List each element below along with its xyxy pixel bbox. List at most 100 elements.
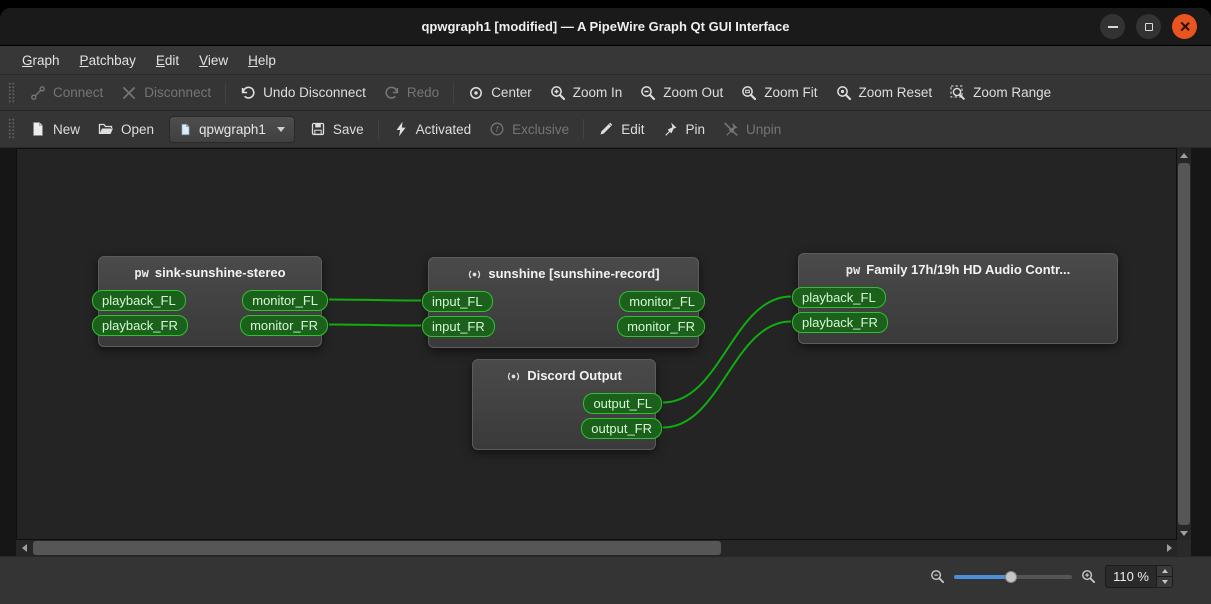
- port-row: input_FL monitor_FL: [422, 289, 705, 314]
- spin-down-button[interactable]: [1157, 577, 1172, 587]
- node-header: sunshine [sunshine-record]: [429, 263, 698, 285]
- port-output-fr[interactable]: output_FR: [581, 418, 662, 439]
- unpin-button[interactable]: Unpin: [714, 115, 790, 143]
- menu-view[interactable]: View: [189, 49, 238, 72]
- redo-button[interactable]: Redo: [375, 79, 448, 107]
- pin-icon: [665, 122, 677, 136]
- new-label: New: [53, 121, 81, 137]
- node-sink-sunshine-stereo[interactable]: pw sink-sunshine-stereo playback_FL moni…: [92, 256, 328, 347]
- new-button[interactable]: New: [21, 115, 89, 143]
- node-discord-output[interactable]: Discord Output output_FL output_FR: [472, 359, 662, 450]
- open-folder-icon: [98, 123, 114, 134]
- horizontal-scrollbar[interactable]: [16, 540, 1177, 556]
- unpin-icon: [724, 122, 738, 136]
- statusbar: 110 %: [0, 556, 1211, 604]
- port-playback-fr[interactable]: playback_FR: [92, 315, 188, 336]
- port-playback-fl[interactable]: playback_FL: [792, 287, 886, 308]
- port-monitor-fr[interactable]: monitor_FR: [240, 315, 328, 336]
- graph-toolbar: Connect Disconnect Undo Disconnect Redo …: [0, 75, 1211, 111]
- menu-patchbay[interactable]: Patchbay: [70, 49, 146, 72]
- pin-label: Pin: [685, 121, 705, 137]
- node-title-text: Discord Output: [527, 368, 622, 383]
- zoom-out-button[interactable]: Zoom Out: [631, 79, 732, 107]
- scroll-up-button[interactable]: [1177, 148, 1191, 162]
- arrow-up-icon: [1180, 152, 1188, 158]
- zoom-out-small-icon[interactable]: [930, 569, 945, 584]
- port-input-fr[interactable]: input_FR: [422, 316, 495, 337]
- zoom-in-small-icon[interactable]: [1081, 569, 1096, 584]
- exclusive-icon: f: [490, 122, 504, 136]
- port-row: playback_FL: [792, 285, 1117, 310]
- toolbar-grip[interactable]: [8, 118, 15, 140]
- connection-monitor-fr-input-fr[interactable]: [328, 323, 422, 327]
- menu-edit[interactable]: Edit: [146, 49, 189, 72]
- scroll-left-button[interactable]: [16, 540, 32, 556]
- minimize-button[interactable]: [1100, 14, 1125, 39]
- node-family-hd-audio[interactable]: pw Family 17h/19h HD Audio Contr... play…: [792, 253, 1118, 344]
- titlebar: qpwgraph1 [modified] — A PipeWire Graph …: [0, 8, 1211, 46]
- patchbay-selector[interactable]: qpwgraph1: [169, 115, 295, 143]
- open-button[interactable]: Open: [89, 115, 163, 143]
- zoom-slider-handle[interactable]: [1004, 570, 1017, 583]
- center-button[interactable]: Center: [459, 79, 541, 107]
- central-area: pw sink-sunshine-stereo playback_FL moni…: [0, 148, 1211, 556]
- menu-graph[interactable]: Graph: [12, 49, 70, 72]
- activated-label: Activated: [415, 121, 472, 137]
- port-playback-fr[interactable]: playback_FR: [792, 312, 888, 333]
- zoom-range-icon: [950, 85, 965, 100]
- maximize-button[interactable]: [1136, 14, 1161, 39]
- connect-icon: [31, 85, 45, 100]
- port-monitor-fr[interactable]: monitor_FR: [617, 316, 705, 337]
- node-title-text: sink-sunshine-stereo: [154, 265, 286, 280]
- connect-button[interactable]: Connect: [21, 79, 112, 107]
- horizontal-scrollbar-thumb[interactable]: [33, 541, 721, 555]
- vertical-scrollbar-thumb[interactable]: [1178, 163, 1190, 525]
- port-playback-fl[interactable]: playback_FL: [92, 290, 186, 311]
- scroll-right-button[interactable]: [1161, 540, 1177, 556]
- save-button[interactable]: Save: [301, 115, 373, 143]
- menu-help[interactable]: Help: [238, 49, 286, 72]
- port-input-fl[interactable]: input_FL: [422, 291, 493, 312]
- spin-up-button[interactable]: [1157, 566, 1172, 577]
- edit-button[interactable]: Edit: [589, 115, 653, 143]
- node-sunshine-record[interactable]: sunshine [sunshine-record] input_FL moni…: [422, 257, 705, 348]
- exclusive-button[interactable]: f Exclusive: [480, 115, 578, 143]
- close-button[interactable]: [1172, 14, 1197, 39]
- toolbar-separator: [583, 119, 585, 139]
- toolbar-grip[interactable]: [8, 81, 15, 104]
- disconnect-button[interactable]: Disconnect: [112, 79, 220, 107]
- zoom-fit-button[interactable]: Zoom Fit: [732, 79, 826, 107]
- arrow-up-icon: [1161, 569, 1168, 573]
- zoom-in-button[interactable]: Zoom In: [541, 79, 632, 107]
- undo-disconnect-button[interactable]: Undo Disconnect: [231, 79, 375, 107]
- port-monitor-fl[interactable]: monitor_FL: [242, 290, 328, 311]
- patchbay-file-icon: [181, 123, 190, 135]
- port-monitor-fl[interactable]: monitor_FL: [619, 291, 705, 312]
- scroll-down-button[interactable]: [1177, 526, 1191, 540]
- spin-buttons: [1156, 566, 1172, 587]
- zoom-slider[interactable]: [954, 569, 1073, 585]
- undo-disconnect-label: Undo Disconnect: [263, 85, 366, 100]
- zoom-in-icon: [550, 85, 565, 100]
- node-header: pw sink-sunshine-stereo: [99, 262, 321, 284]
- node-title-text: sunshine [sunshine-record]: [488, 266, 660, 281]
- pin-button[interactable]: Pin: [653, 115, 714, 143]
- save-label: Save: [332, 121, 364, 137]
- zoom-out-icon: [641, 85, 656, 100]
- close-icon: [1179, 21, 1190, 32]
- patchbay-selector-value: qpwgraph1: [199, 121, 266, 137]
- activated-button[interactable]: Activated: [384, 115, 481, 143]
- zoom-value: 110 %: [1113, 569, 1149, 584]
- vertical-scrollbar[interactable]: [1177, 148, 1191, 540]
- center-icon: [470, 86, 483, 99]
- zoom-reset-button[interactable]: Zoom Reset: [827, 79, 942, 107]
- zoom-range-button[interactable]: Zoom Range: [941, 79, 1060, 107]
- zoom-spinbox[interactable]: 110 %: [1105, 565, 1173, 588]
- port-output-fl[interactable]: output_FL: [583, 393, 662, 414]
- svg-text:f: f: [496, 124, 500, 134]
- graph-canvas[interactable]: pw sink-sunshine-stereo playback_FL moni…: [16, 148, 1177, 540]
- disconnect-label: Disconnect: [144, 85, 212, 100]
- connection-monitor-fl-input-fl[interactable]: [328, 298, 422, 302]
- port-row: playback_FL monitor_FL: [92, 288, 328, 313]
- exclusive-label: Exclusive: [512, 121, 570, 137]
